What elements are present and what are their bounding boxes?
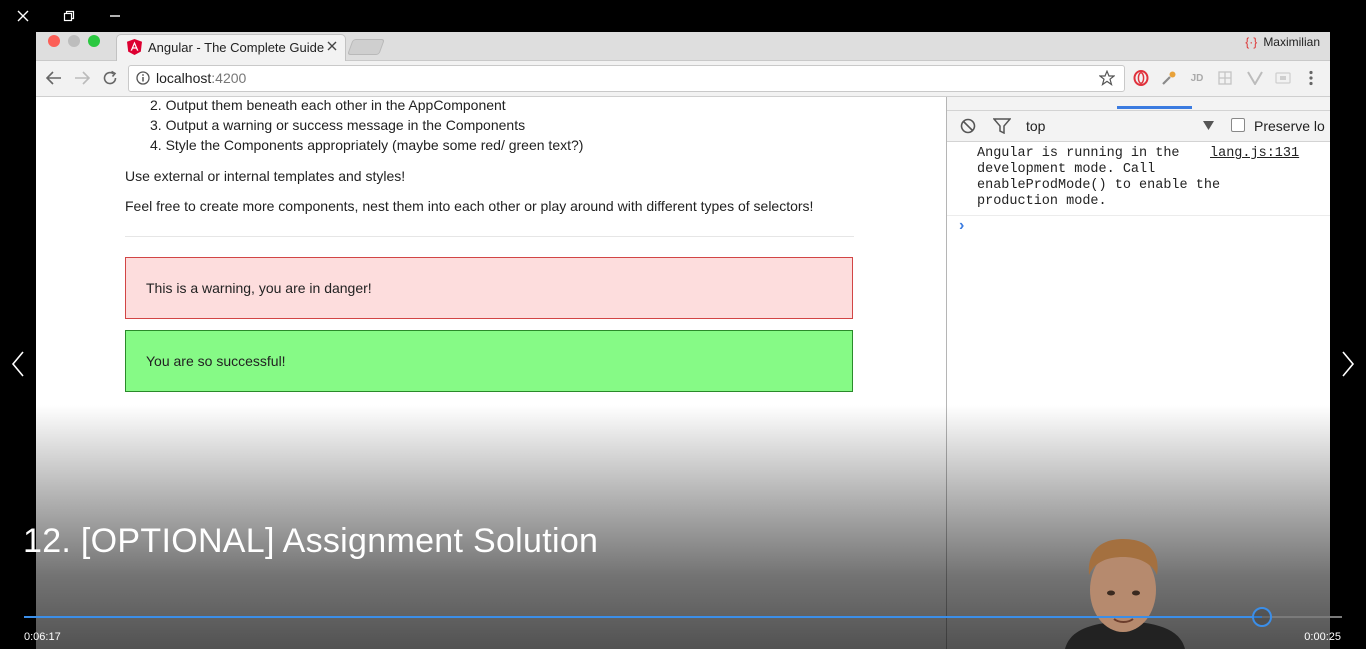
dropdown-arrow-icon[interactable] bbox=[1203, 121, 1214, 130]
url-port: :4200 bbox=[211, 70, 247, 86]
console-line: enableProdMode() to enable the bbox=[977, 178, 1221, 193]
minimize-icon bbox=[110, 15, 120, 17]
warning-alert: This is a warning, you are in danger! bbox=[125, 257, 853, 319]
grid-extension-icon[interactable] bbox=[1216, 69, 1234, 87]
previous-lecture-button[interactable] bbox=[0, 340, 36, 388]
list-item: 4. Style the Components appropriately (m… bbox=[150, 137, 584, 153]
minimize-window-button[interactable] bbox=[92, 0, 138, 32]
elapsed-time: 0:06:17 bbox=[24, 631, 61, 643]
preserve-log-checkbox[interactable] bbox=[1231, 118, 1245, 132]
close-window-button[interactable] bbox=[0, 0, 46, 32]
url-text: localhost:4200 bbox=[156, 70, 246, 86]
reload-button[interactable] bbox=[99, 68, 121, 88]
remaining-time: 0:00:25 bbox=[1304, 631, 1341, 643]
browser-tab[interactable]: Angular - The Complete Guide bbox=[116, 34, 346, 61]
arrow-right-icon bbox=[75, 71, 90, 85]
list-item: 2. Output them beneath each other in the… bbox=[150, 97, 506, 113]
presenter-webcam bbox=[1065, 539, 1185, 649]
browser-toolbar: localhost:4200 JD bbox=[36, 61, 1330, 97]
divider bbox=[125, 236, 854, 237]
chevron-right-icon bbox=[1342, 351, 1355, 377]
star-icon[interactable] bbox=[1099, 70, 1115, 86]
seek-bar-handle[interactable] bbox=[1251, 607, 1272, 627]
back-button[interactable] bbox=[43, 68, 65, 88]
success-alert-text: You are so successful! bbox=[146, 353, 286, 369]
source-link[interactable]: lang.js:131 bbox=[1210, 146, 1299, 161]
mac-minimize-button[interactable] bbox=[68, 35, 80, 47]
jsonview-extension-icon[interactable]: JD bbox=[1188, 69, 1206, 87]
success-alert: You are so successful! bbox=[125, 330, 853, 392]
tab-strip: Angular - The Complete Guide {·} Maximil… bbox=[36, 32, 1330, 61]
tab-close-button[interactable] bbox=[327, 38, 337, 55]
seek-bar[interactable] bbox=[24, 607, 1342, 627]
instruction-paragraph: Feel free to create more components, nes… bbox=[125, 198, 814, 214]
close-icon bbox=[17, 10, 29, 22]
tab-title: Angular - The Complete Guide bbox=[148, 40, 325, 55]
forward-button[interactable] bbox=[71, 68, 93, 88]
video-title: 12. [OPTIONAL] Assignment Solution bbox=[23, 522, 599, 560]
console-message: Angular is running in the development mo… bbox=[947, 142, 1330, 216]
devtools-tab-bar bbox=[947, 97, 1330, 111]
close-icon bbox=[327, 41, 337, 51]
console-prompt[interactable]: › bbox=[959, 217, 964, 235]
new-tab-button[interactable] bbox=[347, 39, 385, 55]
instruction-paragraph: Use external or internal templates and s… bbox=[125, 168, 406, 184]
mac-close-button[interactable] bbox=[48, 35, 60, 47]
arrow-left-icon bbox=[46, 71, 61, 85]
warning-alert-text: This is a warning, you are in danger! bbox=[146, 280, 372, 296]
info-icon[interactable] bbox=[136, 71, 150, 85]
reload-icon bbox=[103, 70, 117, 85]
restore-icon bbox=[63, 10, 75, 22]
filter-icon[interactable] bbox=[993, 118, 1011, 134]
next-lecture-button[interactable] bbox=[1330, 340, 1366, 388]
console-line: Angular is running in the bbox=[977, 146, 1180, 161]
context-selector[interactable]: top bbox=[1026, 118, 1045, 134]
list-item: 3. Output a warning or success message i… bbox=[150, 117, 526, 133]
vue-extension-icon[interactable] bbox=[1246, 69, 1264, 87]
clear-console-icon[interactable] bbox=[960, 118, 976, 134]
seek-bar-progress bbox=[24, 616, 1262, 618]
profile-name: Maximilian bbox=[1263, 35, 1320, 49]
url-host: localhost bbox=[156, 70, 212, 86]
console-line: production mode. bbox=[977, 194, 1107, 209]
chevron-left-icon bbox=[11, 351, 24, 377]
devtools-active-tab-indicator bbox=[1117, 106, 1192, 109]
mac-zoom-button[interactable] bbox=[88, 35, 100, 47]
console-toolbar: top Preserve lo bbox=[947, 111, 1330, 142]
incognito-profile-icon: {·} bbox=[1245, 35, 1258, 49]
profile-badge[interactable]: {·} Maximilian bbox=[1245, 35, 1320, 49]
restore-window-button[interactable] bbox=[46, 0, 92, 32]
cast-extension-icon[interactable] bbox=[1274, 69, 1292, 87]
angular-favicon-icon bbox=[127, 39, 142, 55]
eyedropper-extension-icon[interactable] bbox=[1160, 69, 1178, 87]
console-line: development mode. Call bbox=[977, 162, 1156, 177]
kebab-menu-icon[interactable] bbox=[1302, 69, 1320, 87]
opera-extension-icon[interactable] bbox=[1132, 69, 1150, 87]
address-bar[interactable]: localhost:4200 bbox=[128, 65, 1125, 92]
preserve-log-label: Preserve lo bbox=[1254, 118, 1325, 134]
